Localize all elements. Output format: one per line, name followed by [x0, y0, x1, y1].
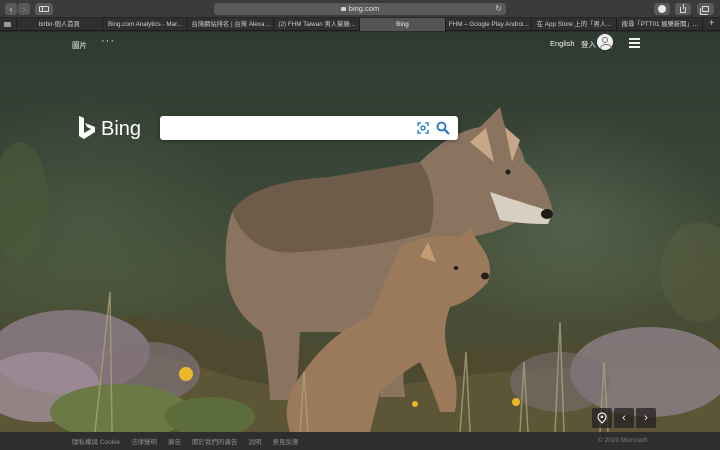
share-button[interactable]	[675, 3, 691, 15]
search-box[interactable]	[160, 116, 458, 140]
pinned-tab[interactable]	[0, 18, 17, 31]
language-link[interactable]: English	[550, 39, 575, 48]
tabs-icon	[700, 6, 709, 15]
bing-logo[interactable]: Bing	[77, 115, 153, 143]
tab-bing[interactable]: Bing	[360, 18, 446, 31]
footer-link-advertise[interactable]: 廣告	[168, 436, 181, 446]
download-icon	[658, 5, 666, 13]
sidebar-icon	[39, 6, 49, 12]
bing-b-icon	[79, 116, 95, 139]
hamburger-menu-icon[interactable]	[629, 38, 640, 48]
images-link[interactable]: 圖片	[72, 40, 87, 51]
tab-google-play[interactable]: FHM – Google Play Androi...	[446, 18, 532, 31]
bing-homepage: 圖片 ··· English 登入 Bing ‹ ›	[0, 32, 720, 432]
tab-bing-analytics[interactable]: Bing.com Analytics - Mar...	[103, 18, 189, 31]
footer-link-help[interactable]: 說明	[249, 436, 262, 446]
downloads-button[interactable]	[654, 3, 670, 15]
background-photo	[0, 107, 720, 432]
tab-bar: birbir-個人首頁 Bing.com Analytics - Mar... …	[0, 18, 720, 31]
lock-icon	[340, 7, 346, 11]
more-menu-button[interactable]: ···	[101, 35, 115, 47]
forward-button[interactable]: ›	[18, 3, 30, 15]
reload-icon[interactable]: ↻	[495, 3, 502, 15]
page-footer: 隱私權與 Cookie 法律聲明 廣告 關於我們的廣告 說明 意見反應 © 20…	[0, 432, 720, 450]
tab-overview-button[interactable]	[697, 3, 714, 15]
tab-alexa-ranking[interactable]: 台灣網站排名 | 台灣 Alexa ...	[188, 18, 275, 31]
browser-toolbar: ‹ › bing.com ↻	[0, 0, 720, 18]
account-avatar[interactable]	[597, 34, 613, 50]
tab-app-store[interactable]: 在 App Store 上的「男人...	[532, 18, 618, 31]
map-pin-icon	[597, 412, 607, 424]
new-tab-button[interactable]: +	[703, 18, 720, 31]
tab-ptt-search[interactable]: 搜尋「PTT01 娛樂新聞」...	[617, 18, 704, 31]
user-icon	[600, 37, 612, 49]
login-link[interactable]: 登入	[581, 39, 596, 50]
footer-links: 隱私權與 Cookie 法律聲明 廣告 關於我們的廣告 說明 意見反應	[72, 432, 310, 450]
bing-wordmark: Bing	[101, 118, 142, 140]
sidebar-toggle-button[interactable]	[35, 3, 53, 15]
tab-birbir[interactable]: birbir-個人首頁	[17, 18, 103, 31]
footer-link-feedback[interactable]: 意見反應	[273, 436, 299, 446]
safari-window: ‹ › bing.com ↻ birbir-個人首頁 Bing.com Anal…	[0, 0, 720, 450]
next-image-button[interactable]: ›	[636, 408, 656, 428]
folder-icon	[4, 22, 12, 27]
search-icon[interactable]	[436, 121, 450, 135]
tab-fhm-facebook[interactable]: (2) FHM Taiwan 男人幫雜...	[274, 18, 361, 31]
previous-image-button[interactable]: ‹	[614, 408, 634, 428]
copyright-text: © 2020 Microsoft	[598, 437, 648, 444]
footer-link-privacy[interactable]: 隱私權與 Cookie	[72, 436, 120, 446]
footer-link-about-ads[interactable]: 關於我們的廣告	[192, 436, 238, 446]
footer-link-legal[interactable]: 法律聲明	[131, 436, 157, 446]
location-button[interactable]	[592, 408, 612, 428]
share-icon	[680, 4, 686, 13]
visual-search-icon[interactable]	[417, 122, 429, 134]
address-bar[interactable]: bing.com ↻	[214, 3, 506, 15]
search-input[interactable]	[168, 120, 408, 136]
back-button[interactable]: ‹	[5, 3, 17, 15]
address-url: bing.com	[348, 4, 380, 13]
